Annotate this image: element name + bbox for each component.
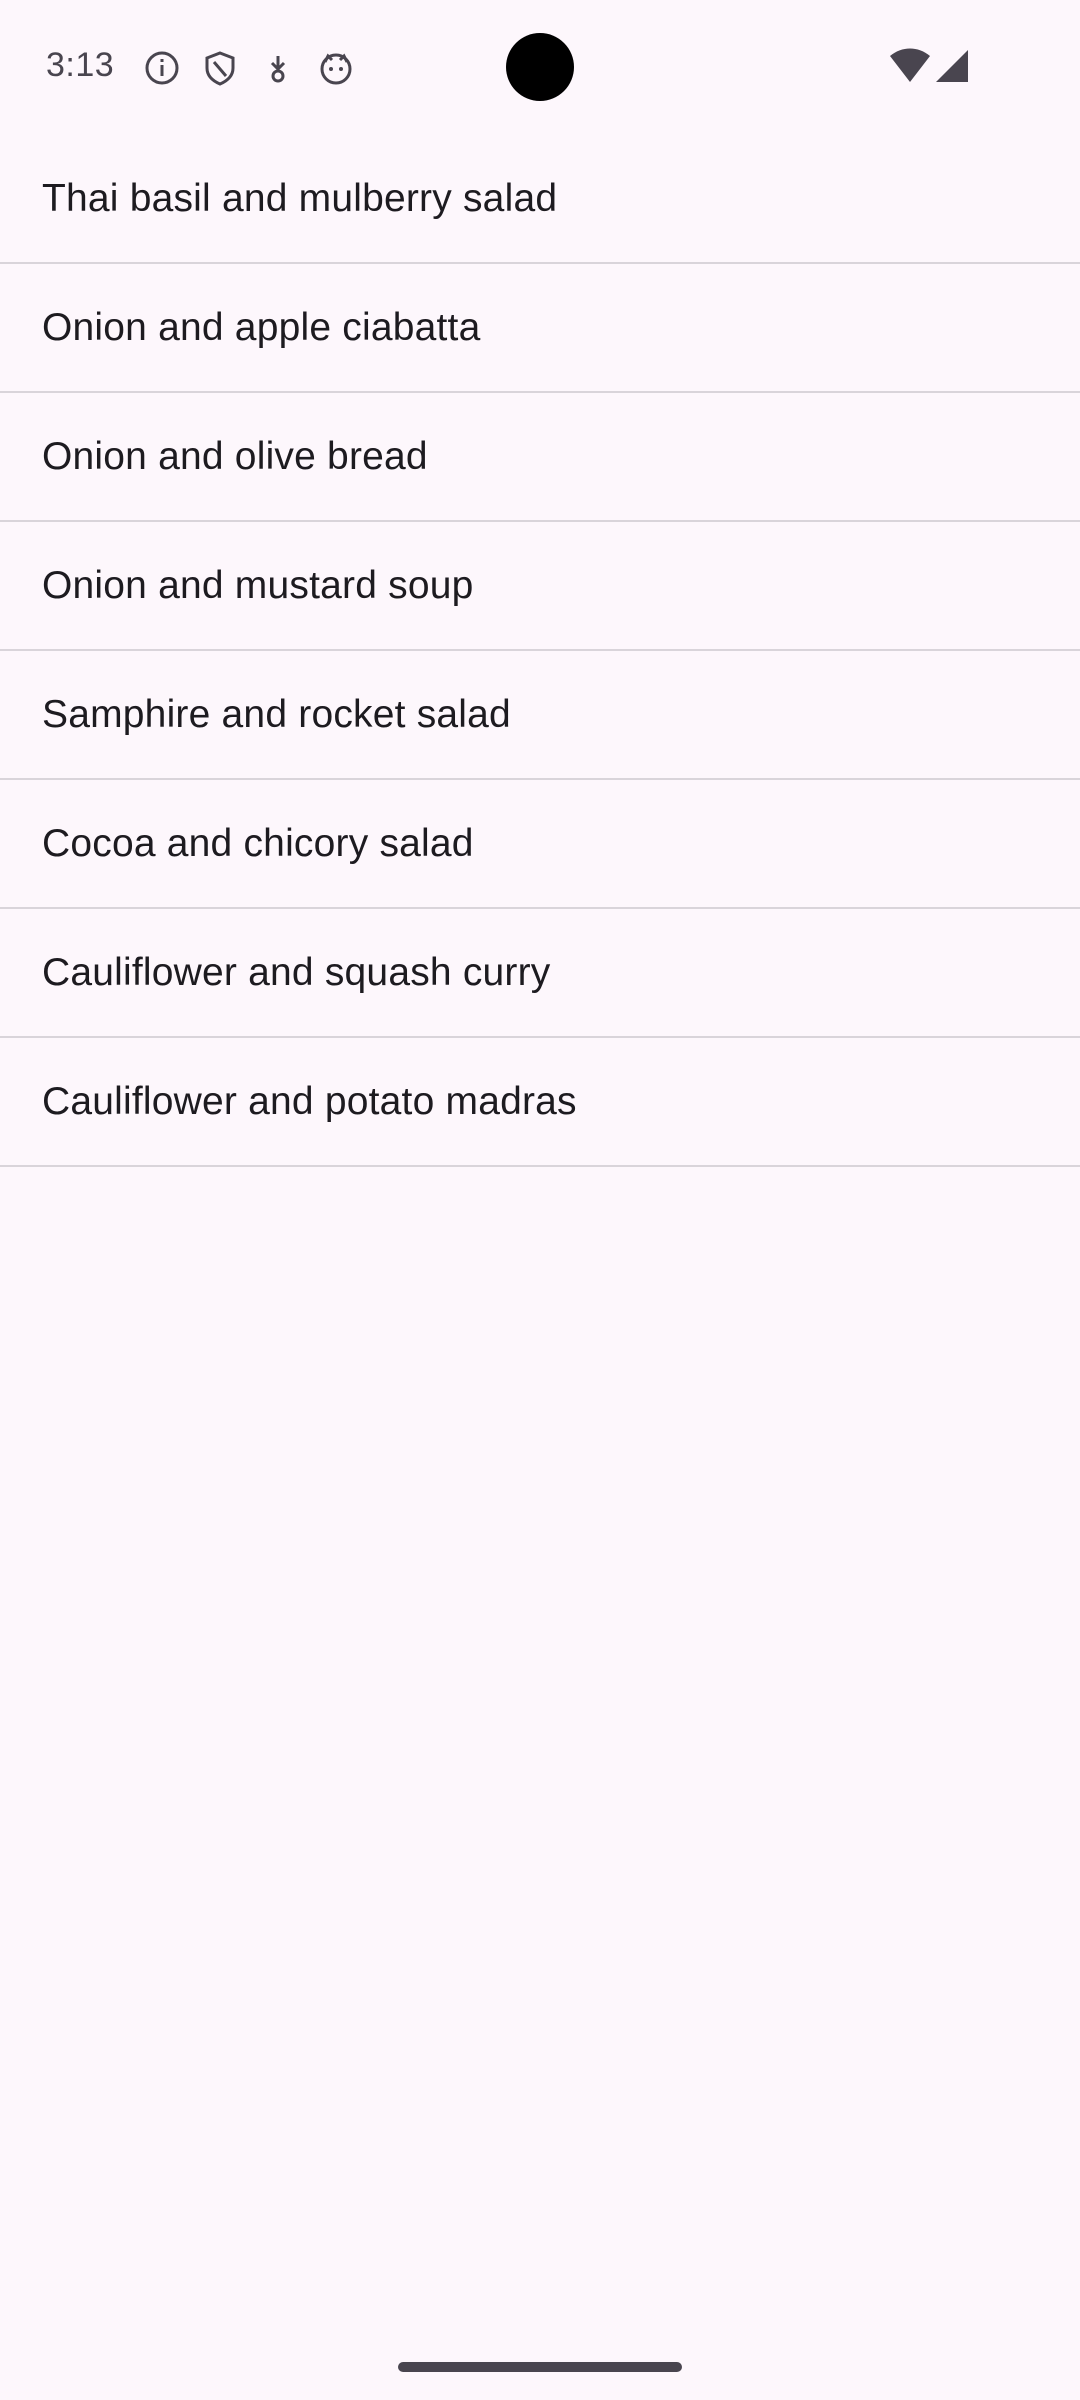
recipe-label: Onion and apple ciabatta — [42, 305, 481, 349]
download-arrow-icon — [258, 48, 298, 88]
shield-icon — [200, 48, 240, 88]
list-item[interactable]: Cauliflower and squash curry — [0, 909, 1080, 1038]
recipe-label: Cauliflower and potato madras — [42, 1079, 577, 1123]
list-item[interactable]: Cocoa and chicory salad — [0, 780, 1080, 909]
list-item[interactable]: Samphire and rocket salad — [0, 651, 1080, 780]
recipe-label: Cauliflower and squash curry — [42, 950, 551, 994]
list-item[interactable]: Onion and apple ciabatta — [0, 264, 1080, 393]
recipe-label: Cocoa and chicory salad — [42, 821, 474, 865]
cell-signal-icon — [934, 48, 970, 84]
recipe-label: Onion and olive bread — [42, 434, 428, 478]
recipe-label: Thai basil and mulberry salad — [42, 177, 558, 220]
recipe-label: Onion and mustard soup — [42, 563, 474, 607]
wifi-icon — [888, 48, 932, 84]
camera-cutout — [506, 33, 574, 101]
info-icon — [142, 48, 182, 88]
status-bar: 3:13 — [0, 0, 1080, 136]
cat-face-icon — [316, 48, 356, 88]
recipe-list: Thai basil and mulberry salad Onion and … — [0, 136, 1080, 1167]
list-item[interactable]: Thai basil and mulberry salad — [0, 136, 1080, 264]
gesture-navigation-handle[interactable] — [398, 2362, 682, 2372]
status-time: 3:13 — [46, 46, 115, 84]
recipe-label: Samphire and rocket salad — [42, 692, 511, 736]
list-item[interactable]: Cauliflower and potato madras — [0, 1038, 1080, 1167]
list-item[interactable]: Onion and olive bread — [0, 393, 1080, 522]
list-item[interactable]: Onion and mustard soup — [0, 522, 1080, 651]
